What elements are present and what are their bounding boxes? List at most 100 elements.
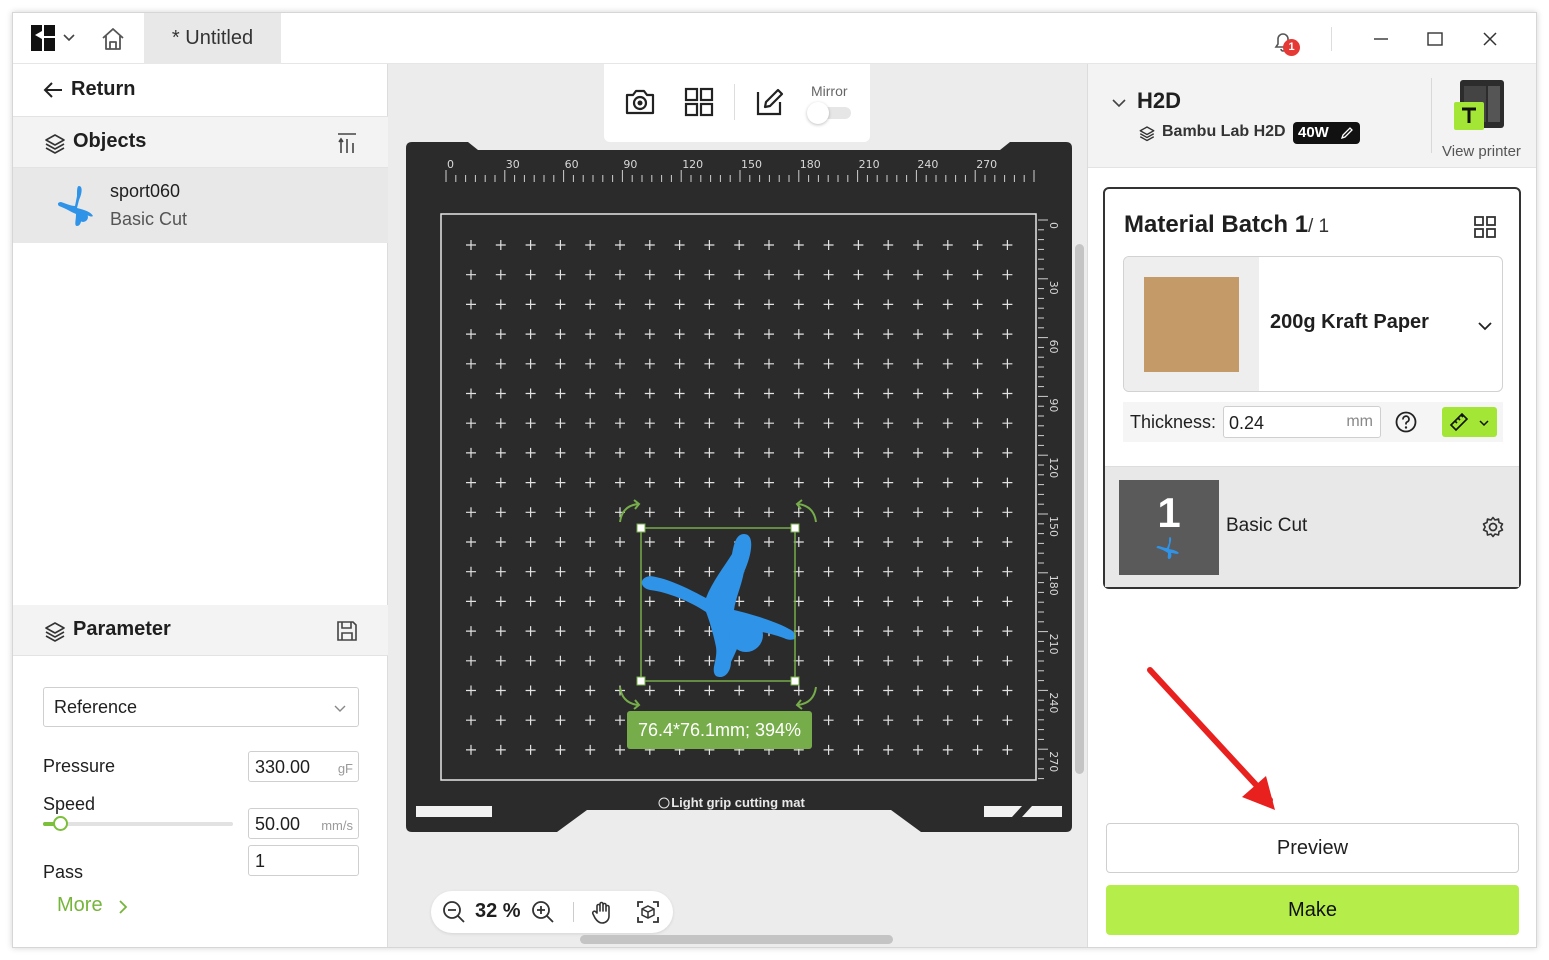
close-icon[interactable] — [1476, 25, 1504, 53]
thickness-label: Thickness: — [1130, 412, 1217, 432]
app-logo-icon[interactable] — [31, 25, 55, 51]
return-label: Return — [71, 78, 136, 100]
preview-button[interactable]: Preview — [1106, 823, 1519, 873]
layers-icon — [45, 134, 65, 154]
object-list-item[interactable]: sport060 Basic Cut — [13, 168, 388, 243]
ruler-top-label: 150 — [741, 158, 762, 171]
zoom-bar: 32 % — [431, 891, 673, 933]
speed-label: Speed — [43, 794, 96, 814]
selection-size-tag: 76.4*76.1mm; 394% — [627, 711, 812, 749]
help-icon[interactable] — [1394, 410, 1418, 434]
vertical-scrollbar[interactable] — [1075, 244, 1084, 774]
app-window: * Untitled 1 Return Objects sport060 Bas… — [12, 12, 1537, 948]
printer-header: H2D Bambu Lab H2D 40W View printer — [1088, 64, 1536, 168]
batch-count: / 1 — [1308, 216, 1330, 237]
return-button[interactable]: Return — [13, 64, 388, 117]
laser-power-value: 40W — [1298, 124, 1329, 141]
object-thumbnail-icon — [57, 186, 93, 226]
make-button[interactable]: Make — [1106, 885, 1519, 935]
thickness-value: 0.24 — [1229, 413, 1265, 433]
horizontal-scrollbar[interactable] — [580, 935, 893, 944]
material-batch-card: Material Batch 1 / 1 200g Kraft Paper Th… — [1103, 187, 1521, 589]
pass-value: 1 — [255, 851, 266, 871]
view-printer-link[interactable]: View printer — [1442, 143, 1521, 160]
mirror-toggle-knob[interactable] — [807, 102, 829, 124]
parameter-label: Parameter — [73, 618, 171, 640]
object-thumbnail-icon — [1156, 537, 1179, 559]
printer-name[interactable]: H2D — [1137, 88, 1181, 114]
tab-untitled[interactable]: * Untitled — [144, 13, 281, 64]
ruler-right-label: 60 — [1047, 340, 1060, 354]
canvas-area[interactable]: Mirror 0 30 60 90 120 150 180 210 240 270 0 30 60 90… — [388, 64, 1087, 947]
preset-select[interactable]: Reference — [43, 687, 359, 727]
batch-title: Material Batch 1 — [1124, 211, 1309, 238]
gear-icon[interactable] — [1481, 515, 1505, 539]
sort-icon[interactable] — [333, 129, 361, 157]
chevron-down-icon — [334, 705, 346, 712]
speed-value: 50.00 — [255, 814, 301, 834]
zoom-out-icon[interactable] — [441, 899, 467, 925]
zoom-in-icon[interactable] — [530, 899, 556, 925]
more-link[interactable]: More — [57, 894, 103, 917]
speed-unit: mm/s — [321, 818, 353, 833]
pressure-value: 330.00 — [255, 757, 311, 777]
save-icon[interactable] — [333, 617, 361, 645]
toolbar-divider — [734, 84, 735, 120]
ruler-top-label: 240 — [917, 158, 938, 171]
titlebar-divider — [1331, 27, 1332, 51]
thickness-unit: mm — [1346, 413, 1373, 430]
pass-input[interactable]: 1 — [248, 845, 359, 876]
chevron-right-icon[interactable] — [116, 898, 130, 916]
ruler-right-label: 180 — [1047, 575, 1060, 596]
ruler-right-label: 90 — [1047, 398, 1060, 412]
ruler-right-label: 210 — [1047, 634, 1060, 655]
parameter-header: Parameter — [13, 605, 388, 656]
edit-icon[interactable] — [752, 84, 788, 120]
printer-model: Bambu Lab H2D — [1162, 123, 1286, 140]
ruler-top-label: 210 — [859, 158, 880, 171]
chevron-down-icon[interactable] — [1110, 94, 1128, 112]
fit-view-icon[interactable] — [635, 899, 661, 925]
objects-label: Objects — [73, 130, 147, 152]
notification-badge: 1 — [1283, 39, 1300, 56]
title-bar: * Untitled 1 — [13, 13, 1536, 64]
speed-slider-handle[interactable] — [53, 816, 68, 831]
chevron-down-icon — [1479, 420, 1489, 427]
grid-view-icon[interactable] — [1472, 214, 1498, 240]
minimize-icon[interactable] — [1367, 25, 1395, 53]
hand-pan-icon[interactable] — [590, 899, 616, 925]
ruler-top-label: 0 — [447, 158, 454, 171]
home-icon[interactable] — [99, 25, 127, 53]
object-name: sport060 — [110, 181, 181, 201]
mirror-label: Mirror — [811, 83, 848, 99]
left-panel: Return Objects sport060 Basic Cut Parame… — [13, 64, 388, 947]
maximize-icon[interactable] — [1421, 25, 1449, 53]
ruler-top-label: 120 — [682, 158, 703, 171]
speed-input[interactable]: 50.00 mm/s — [248, 808, 359, 839]
thickness-input[interactable]: 0.24 mm — [1223, 406, 1381, 438]
printer-image-icon[interactable] — [1452, 78, 1510, 134]
ruler-top-label: 90 — [623, 158, 637, 171]
ruler-top-label: 60 — [565, 158, 579, 171]
ruler-right-label: 240 — [1047, 692, 1060, 713]
pressure-label: Pressure — [43, 756, 116, 776]
cut-layer-item[interactable]: 1 Basic Cut — [1105, 466, 1519, 587]
pencil-icon[interactable] — [1340, 126, 1354, 140]
ruler-top-label: 180 — [800, 158, 821, 171]
speed-slider[interactable] — [43, 822, 233, 826]
printer-header-divider — [1431, 78, 1432, 153]
ruler-top-label: 270 — [976, 158, 997, 171]
measure-button[interactable] — [1442, 407, 1497, 437]
pressure-input[interactable]: 330.00 gF — [248, 751, 359, 782]
layer-number: 1 — [1157, 489, 1181, 536]
zoom-value: 32 % — [475, 900, 521, 922]
layers-icon — [45, 622, 65, 642]
chevron-down-icon[interactable] — [61, 29, 77, 45]
camera-icon[interactable] — [622, 84, 658, 120]
preset-value: Reference — [54, 697, 138, 717]
arrange-grid-icon[interactable] — [681, 84, 717, 120]
material-select[interactable]: 200g Kraft Paper — [1123, 256, 1503, 392]
ruler-measure-icon — [1449, 412, 1469, 432]
layers-icon — [1139, 126, 1155, 142]
layer-name: Basic Cut — [1226, 515, 1308, 536]
